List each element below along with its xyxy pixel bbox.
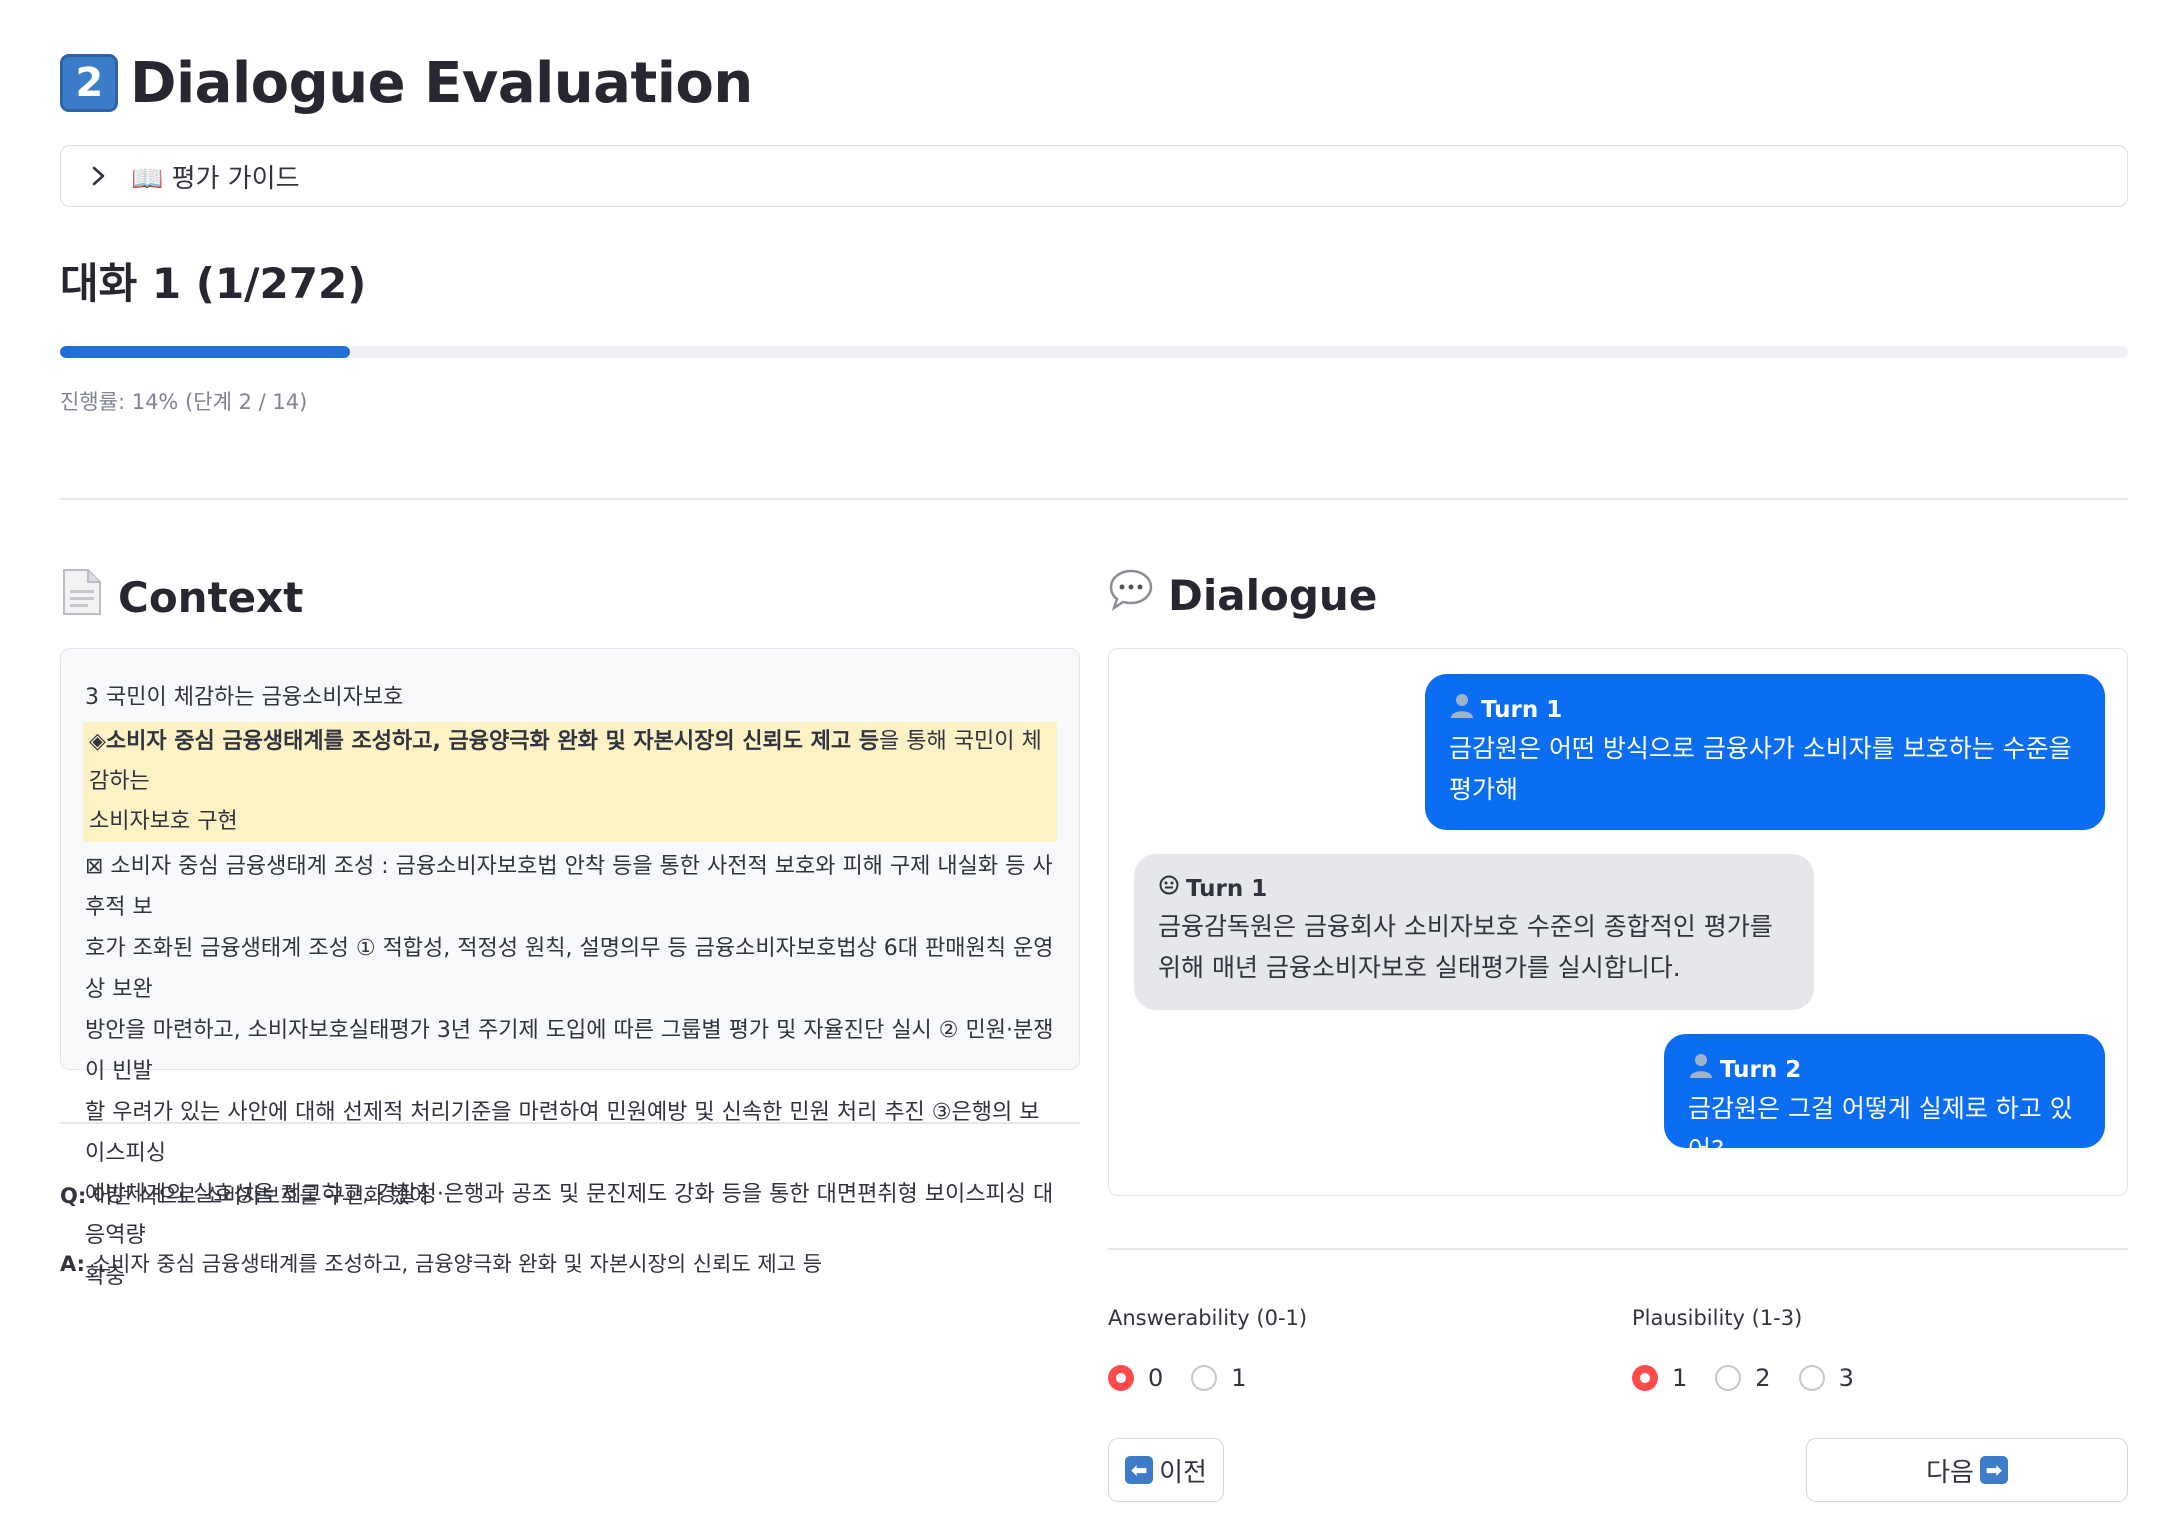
plausibility-option-1[interactable]: 1 [1632,1364,1687,1392]
turn-label-text: Turn 1 [1186,876,1268,902]
page-icon [60,568,104,626]
radio-unselected-icon [1798,1365,1825,1391]
dialogue-heading: Dialogue [1108,568,1377,622]
speech-bubble-icon [1108,568,1154,622]
radio-option-label: 2 [1755,1364,1771,1392]
divider [1108,1248,2128,1250]
message-text: 금융감독원은 금융회사 소비자보호 수준의 종합적인 평가를 위해 매년 금융소… [1158,912,1773,982]
radio-option-label: 3 [1838,1364,1854,1392]
answerability-radio-group: 0 1 [1108,1364,1275,1392]
progress-bar [60,346,2128,358]
chat-message-user: Turn 2 금감원은 그걸 어떻게 실제로 하고 있어? [1664,1034,2105,1164]
page-title-text: Dialogue Evaluation [130,50,753,116]
plausibility-label: Plausibility (1-3) [1632,1306,1803,1330]
turn-label: Turn 1 [1158,872,1790,906]
next-button[interactable]: 다음 ➡ [1806,1438,2128,1502]
answerability-option-1[interactable]: 1 [1191,1364,1247,1392]
turn-label-text: Turn 2 [1720,1057,1802,1083]
context-highlight: ◈소비자 중심 금융생태계를 조성하고, 금융양극화 완화 및 자본시장의 신뢰… [83,722,1057,842]
user-silhouette-icon [1449,692,1475,728]
turn-label: Turn 1 [1449,692,2081,728]
progress-fill [60,346,350,358]
context-highlight-line2: 소비자보호 구현 [89,809,238,834]
message-text: 금감원은 그걸 어떻게 실제로 하고 있어? [1688,1094,2073,1164]
user-silhouette-icon [1688,1052,1714,1088]
page-title: 2 Dialogue Evaluation [60,48,753,118]
plausibility-option-2[interactable]: 2 [1715,1364,1771,1392]
context-highlight-bold: ◈소비자 중심 금융생태계를 조성하고, 금융양극화 완화 및 자본시장의 신뢰… [89,729,880,754]
conversation-title: 대화 1 (1/272) [60,259,367,308]
radio-selected-icon [1108,1365,1134,1391]
question-label: Q: [60,1184,87,1208]
answerability-label: Answerability (0-1) [1108,1306,1308,1330]
guide-label: 📖 평가 가이드 [131,163,300,194]
context-line: 3 국민이 체감하는 금융소비자보호 [85,685,404,710]
keycap-2-icon: 2 [60,54,118,112]
left-arrow-icon: ⬅ [1125,1456,1154,1484]
question: Q: 어떤 식으로 소비자보호를 구현화 했어 [60,1180,429,1210]
context-title: Context [118,572,304,622]
context-line: 할 우려가 있는 사안에 대해 선제적 처리기준을 마련하여 민원예방 및 신속… [85,1100,1040,1166]
chevron-right-icon [85,162,113,190]
progress-text: 진행률: 14% (단계 2 / 14) [60,390,308,414]
message-text: 금감원은 어떤 방식으로 금융사가 소비자를 보호하는 수준을 평가해 [1449,734,2072,804]
chat-message-bot: Turn 1 금융감독원은 금융회사 소비자보호 수준의 종합적인 평가를 위해… [1134,854,1814,1010]
prev-button-label: 이전 [1159,1457,1207,1488]
radio-unselected-icon [1715,1365,1742,1391]
robot-face-icon [1158,872,1180,906]
radio-unselected-icon [1191,1365,1218,1391]
right-arrow-icon: ➡ [1979,1456,2008,1484]
context-panel: 3 국민이 체감하는 금융소비자보호 ◈소비자 중심 금융생태계를 조성하고, … [60,648,1080,1289]
turn-label: Turn 2 [1688,1052,2081,1088]
turn-label-text: Turn 1 [1481,697,1563,723]
divider [60,498,2128,500]
dialogue-title: Dialogue [1168,570,1378,620]
chat-message-user: Turn 1 금감원은 어떤 방식으로 금융사가 소비자를 보호하는 수준을 평… [1425,674,2105,830]
plausibility-option-3[interactable]: 3 [1798,1364,1854,1392]
question-text: 어떤 식으로 소비자보호를 구현화 했어 [92,1184,429,1208]
dialogue-panel: Turn 1 금감원은 어떤 방식으로 금융사가 소비자를 보호하는 수준을 평… [1108,648,2128,1196]
context-line: 방안을 마련하고, 소비자보호실태평가 3년 주기제 도입에 따른 그룹별 평가… [85,1018,1054,1084]
context-heading: Context [60,568,303,626]
context-line: 호가 조화된 금융생태계 조성 ① 적합성, 적정성 원칙, 설명의무 등 금융… [85,936,1054,1002]
plausibility-radio-group: 1 2 3 [1632,1364,1882,1392]
answer: A: 소비자 중심 금융생태계를 조성하고, 금융양극화 완화 및 자본시장의 … [60,1248,822,1278]
prev-button[interactable]: ⬅ 이전 [1108,1438,1224,1502]
divider [60,1122,1080,1124]
guide-expander[interactable]: 📖 평가 가이드 [60,145,2128,207]
context-line: ⊠ 소비자 중심 금융생태계 조성 : 금융소비자보호법 안착 등을 통한 사전… [85,854,1053,920]
answer-label: A: [60,1252,86,1276]
answer-text: 소비자 중심 금융생태계를 조성하고, 금융양극화 완화 및 자본시장의 신뢰도… [91,1252,823,1276]
radio-option-label: 1 [1231,1364,1247,1392]
radio-selected-icon [1632,1365,1658,1391]
answerability-option-0[interactable]: 0 [1108,1364,1163,1392]
radio-option-label: 0 [1148,1364,1164,1392]
radio-option-label: 1 [1672,1364,1688,1392]
next-button-label: 다음 [1926,1457,1974,1488]
